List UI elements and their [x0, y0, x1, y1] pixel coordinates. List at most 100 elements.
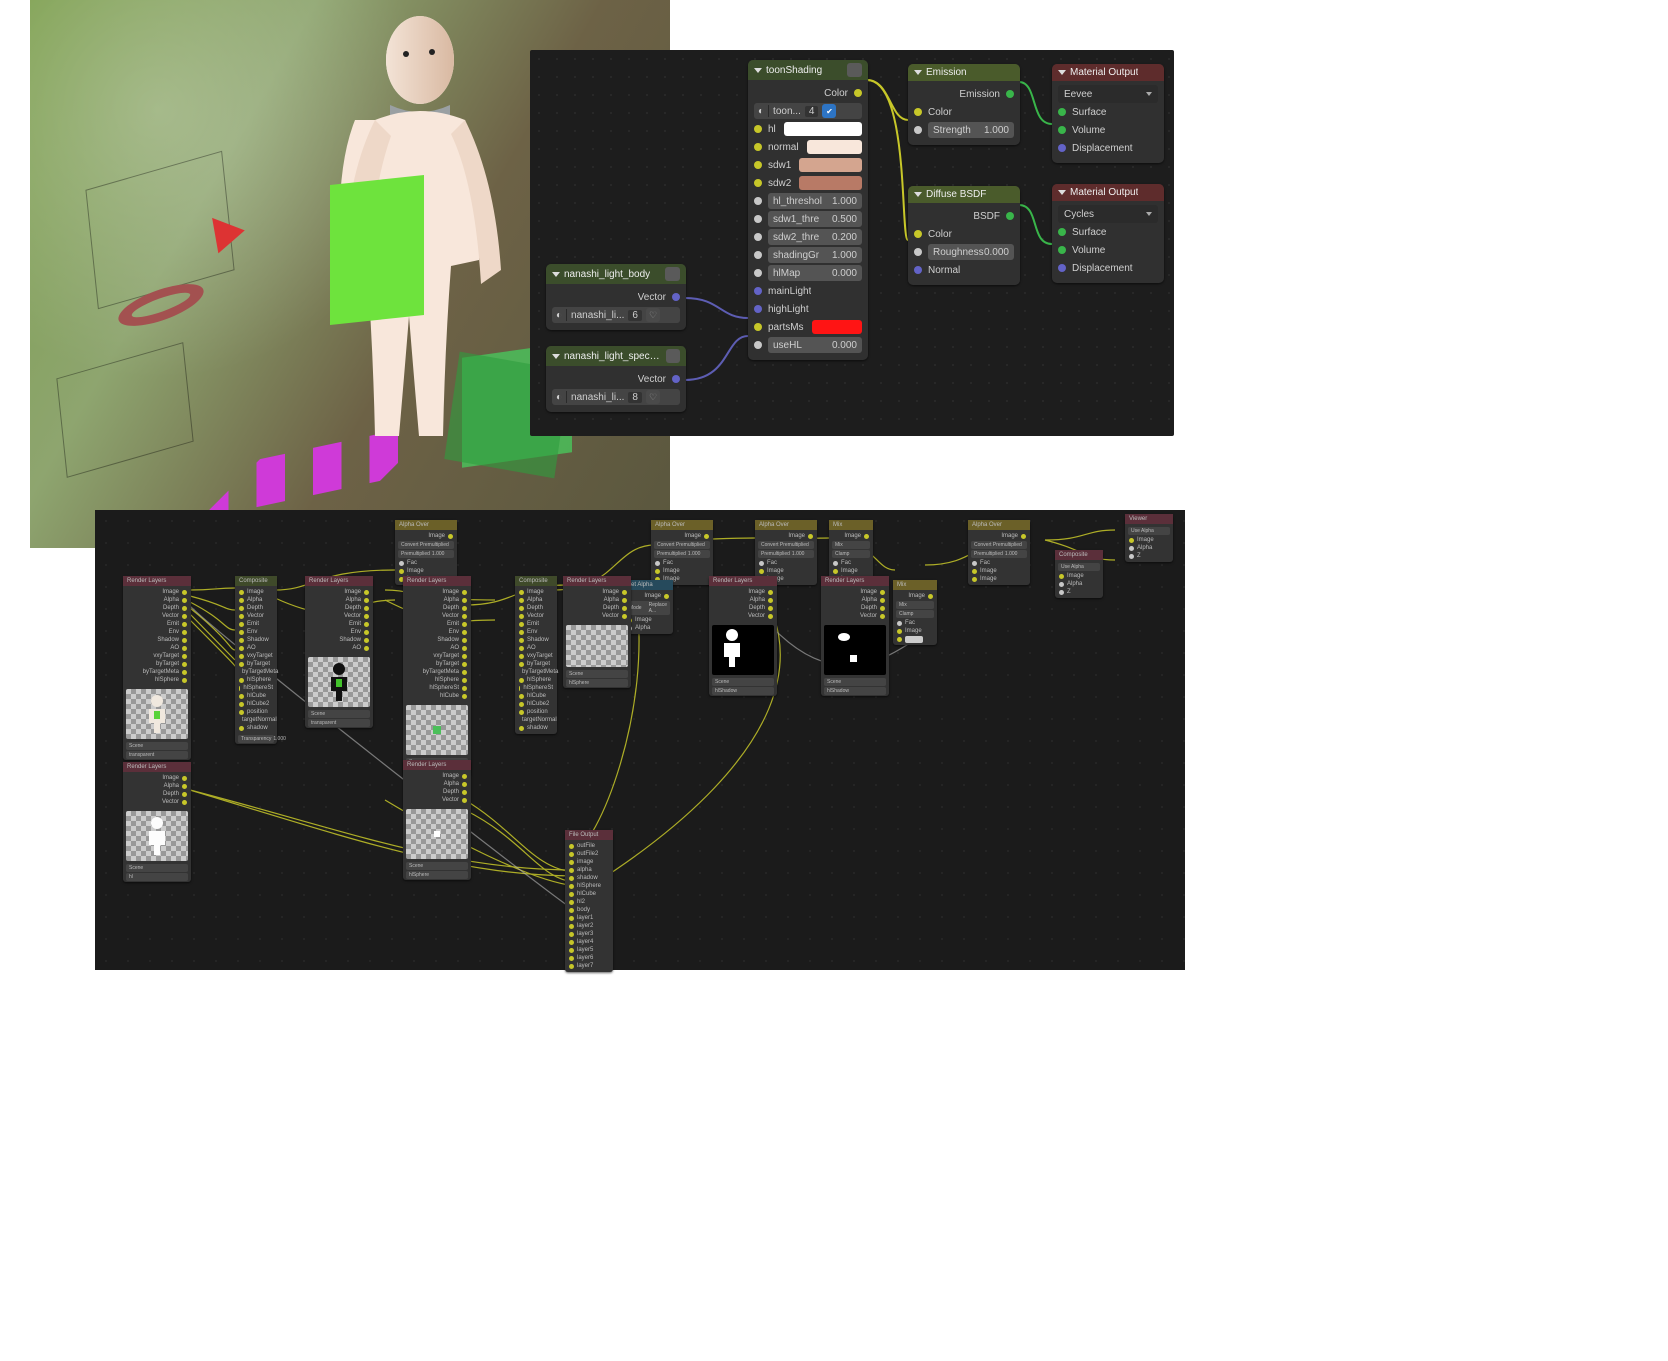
node-emission[interactable]: Emission Emission Color Strength1.000	[908, 64, 1020, 145]
hl-threshold-slider[interactable]: hl_threshol1.000	[768, 193, 862, 209]
node-render-layers-3[interactable]: Render Layers ImageAlphaDepthVectorEmitE…	[305, 576, 373, 728]
file-output-slot[interactable]: outFile2	[565, 850, 613, 858]
socket-shader[interactable]	[1058, 228, 1066, 236]
layer-dropdown[interactable]: transparent	[308, 719, 370, 727]
node-composite-passlist-1[interactable]: Composite ImageAlphaDepthVectorEmitEnvSh…	[235, 576, 277, 744]
user-count[interactable]: 4	[805, 106, 819, 117]
file-output-slot[interactable]: layer5	[565, 946, 613, 954]
node-header[interactable]: toonShading	[748, 60, 868, 80]
file-output-slot[interactable]: layer6	[565, 954, 613, 962]
convert-premul-toggle[interactable]: Convert Premultiplied	[398, 541, 454, 549]
socket-value[interactable]	[754, 251, 762, 259]
socket-color[interactable]	[754, 143, 762, 151]
socket-color[interactable]	[754, 161, 762, 169]
file-output-slot[interactable]: hlCube	[565, 890, 613, 898]
node-render-layers-6[interactable]: Render Layers ImageAlphaDepthVector Scen…	[563, 576, 631, 688]
node-material-output-eevee[interactable]: Material Output Eevee Surface Volume Dis…	[1052, 64, 1164, 163]
node-header[interactable]: nanashi_light_body	[546, 264, 686, 284]
node-render-layers-8[interactable]: Render Layers ImageAlphaDepthVector Scen…	[821, 576, 889, 696]
premul-slider[interactable]: Premultiplied1.000	[398, 550, 454, 558]
node-header[interactable]: nanashi_light_specular	[546, 346, 686, 366]
file-output-slot[interactable]: outFile	[565, 842, 613, 850]
scene-dropdown[interactable]: Scene	[406, 862, 468, 870]
socket-vector[interactable]	[672, 293, 680, 301]
hl-swatch[interactable]	[784, 122, 862, 136]
blend-mode[interactable]: Mix	[832, 541, 870, 549]
node-file-output[interactable]: File Output outFileoutFile2imagealphasha…	[565, 830, 613, 972]
node-alpha-over-4[interactable]: Alpha Over Image Convert Premultiplied P…	[968, 520, 1030, 585]
socket-vector[interactable]	[1058, 144, 1066, 152]
set-alpha-mode[interactable]: ModeReplace A...	[626, 601, 670, 615]
socket-color[interactable]	[754, 323, 762, 331]
sdw2-swatch[interactable]	[799, 176, 862, 190]
scene-dropdown[interactable]: Scene	[712, 678, 774, 686]
socket-shader[interactable]	[1058, 246, 1066, 254]
node-material-output-cycles[interactable]: Material Output Cycles Surface Volume Di…	[1052, 184, 1164, 283]
layer-dropdown[interactable]: hlSphere	[566, 679, 628, 687]
file-output-slot[interactable]: layer3	[565, 930, 613, 938]
scene-dropdown[interactable]: Scene	[566, 670, 628, 678]
node-alpha-over-2[interactable]: Alpha Over Image Convert Premultiplied P…	[651, 520, 713, 585]
node-header[interactable]: Alpha Over	[755, 520, 817, 530]
node-mix-2[interactable]: Mix Image Mix Clamp Fac Image	[893, 580, 937, 645]
socket-value[interactable]	[754, 341, 762, 349]
color-swatch[interactable]	[905, 636, 923, 643]
node-header[interactable]: Mix	[829, 520, 873, 530]
node-header[interactable]: Alpha Over	[968, 520, 1030, 530]
layer-dropdown[interactable]: hlShadow	[824, 687, 886, 695]
layer-dropdown[interactable]: hlSphere	[406, 871, 468, 879]
hlmap-slider[interactable]: hlMap0.000	[768, 265, 862, 281]
datablock-selector[interactable]: ◐ nanashi_li... 6	[552, 307, 680, 323]
sdw1-swatch[interactable]	[799, 158, 862, 172]
sdw2-threshold-slider[interactable]: sdw2_thre0.200	[768, 229, 862, 245]
emission-strength-slider[interactable]: Strength1.000	[928, 122, 1014, 138]
layer-dropdown[interactable]: transparent	[126, 751, 188, 759]
compositor-node-editor[interactable]: Alpha Over Image Convert Premultiplied P…	[95, 510, 1185, 970]
node-viewer[interactable]: Viewer Use Alpha Image Alpha Z	[1125, 514, 1173, 562]
usehl-slider[interactable]: useHL0.000	[768, 337, 862, 353]
node-header[interactable]: Material Output	[1052, 184, 1164, 201]
socket-shader[interactable]	[1006, 90, 1014, 98]
partsms-swatch[interactable]	[812, 320, 862, 334]
node-render-layers-4[interactable]: Render Layers ImageAlphaDepthVectorEmitE…	[403, 576, 471, 776]
socket-shader[interactable]	[1006, 212, 1014, 220]
node-header[interactable]: Alpha Over	[651, 520, 713, 530]
file-output-slot[interactable]: body	[565, 906, 613, 914]
file-output-slot[interactable]: layer7	[565, 962, 613, 970]
fake-user-icon[interactable]	[646, 390, 660, 404]
node-group-icon[interactable]	[666, 349, 680, 363]
use-alpha-toggle[interactable]: Use Alpha	[1058, 563, 1100, 571]
node-group-icon[interactable]	[665, 267, 680, 281]
socket-color[interactable]	[754, 125, 762, 133]
scene-dropdown[interactable]: Scene	[308, 710, 370, 718]
node-render-layers-1[interactable]: Render Layers ImageAlphaDepthVectorEmitE…	[123, 576, 191, 760]
use-alpha-toggle[interactable]: Use Alpha	[1128, 527, 1170, 535]
socket-value[interactable]	[754, 233, 762, 241]
shading-grad-slider[interactable]: shadingGr1.000	[768, 247, 862, 263]
layer-dropdown[interactable]: hl	[126, 873, 188, 881]
node-header[interactable]: Material Output	[1052, 64, 1164, 81]
socket-vector[interactable]	[672, 375, 680, 383]
node-render-layers-2[interactable]: Render Layers ImageAlphaDepthVector Scen…	[123, 762, 191, 882]
shader-node-editor[interactable]: nanashi_light_body Vector ◐ nanashi_li..…	[530, 50, 1174, 436]
user-count[interactable]: 6	[628, 310, 642, 321]
layer-dropdown[interactable]: hlShadow	[712, 687, 774, 695]
sdw1-threshold-slider[interactable]: sdw1_thre0.500	[768, 211, 862, 227]
file-output-slot[interactable]: layer4	[565, 938, 613, 946]
node-header[interactable]: Emission	[908, 64, 1020, 81]
clamp-toggle[interactable]: Clamp	[832, 550, 870, 558]
node-render-layers-5[interactable]: Render Layers ImageAlphaDepthVector Scen…	[403, 760, 471, 880]
fake-user-shield-icon[interactable]	[822, 104, 836, 118]
socket-value[interactable]	[754, 215, 762, 223]
socket-value[interactable]	[914, 126, 922, 134]
socket-vector[interactable]	[1058, 264, 1066, 272]
render-target-dropdown[interactable]: Cycles	[1058, 205, 1158, 223]
node-diffuse-bsdf[interactable]: Diffuse BSDF BSDF Color Roughness0.000 N…	[908, 186, 1020, 285]
scene-dropdown[interactable]: Scene	[824, 678, 886, 686]
file-output-slot[interactable]: shadow	[565, 874, 613, 882]
file-output-slot[interactable]: layer2	[565, 922, 613, 930]
node-composite-passlist-2[interactable]: Composite ImageAlphaDepthVectorEmitEnvSh…	[515, 576, 557, 734]
datablock-selector[interactable]: ◐ toon... 4	[754, 103, 862, 119]
node-group-light-specular[interactable]: nanashi_light_specular Vector ◐ nanashi_…	[546, 346, 686, 412]
render-target-dropdown[interactable]: Eevee	[1058, 85, 1158, 103]
